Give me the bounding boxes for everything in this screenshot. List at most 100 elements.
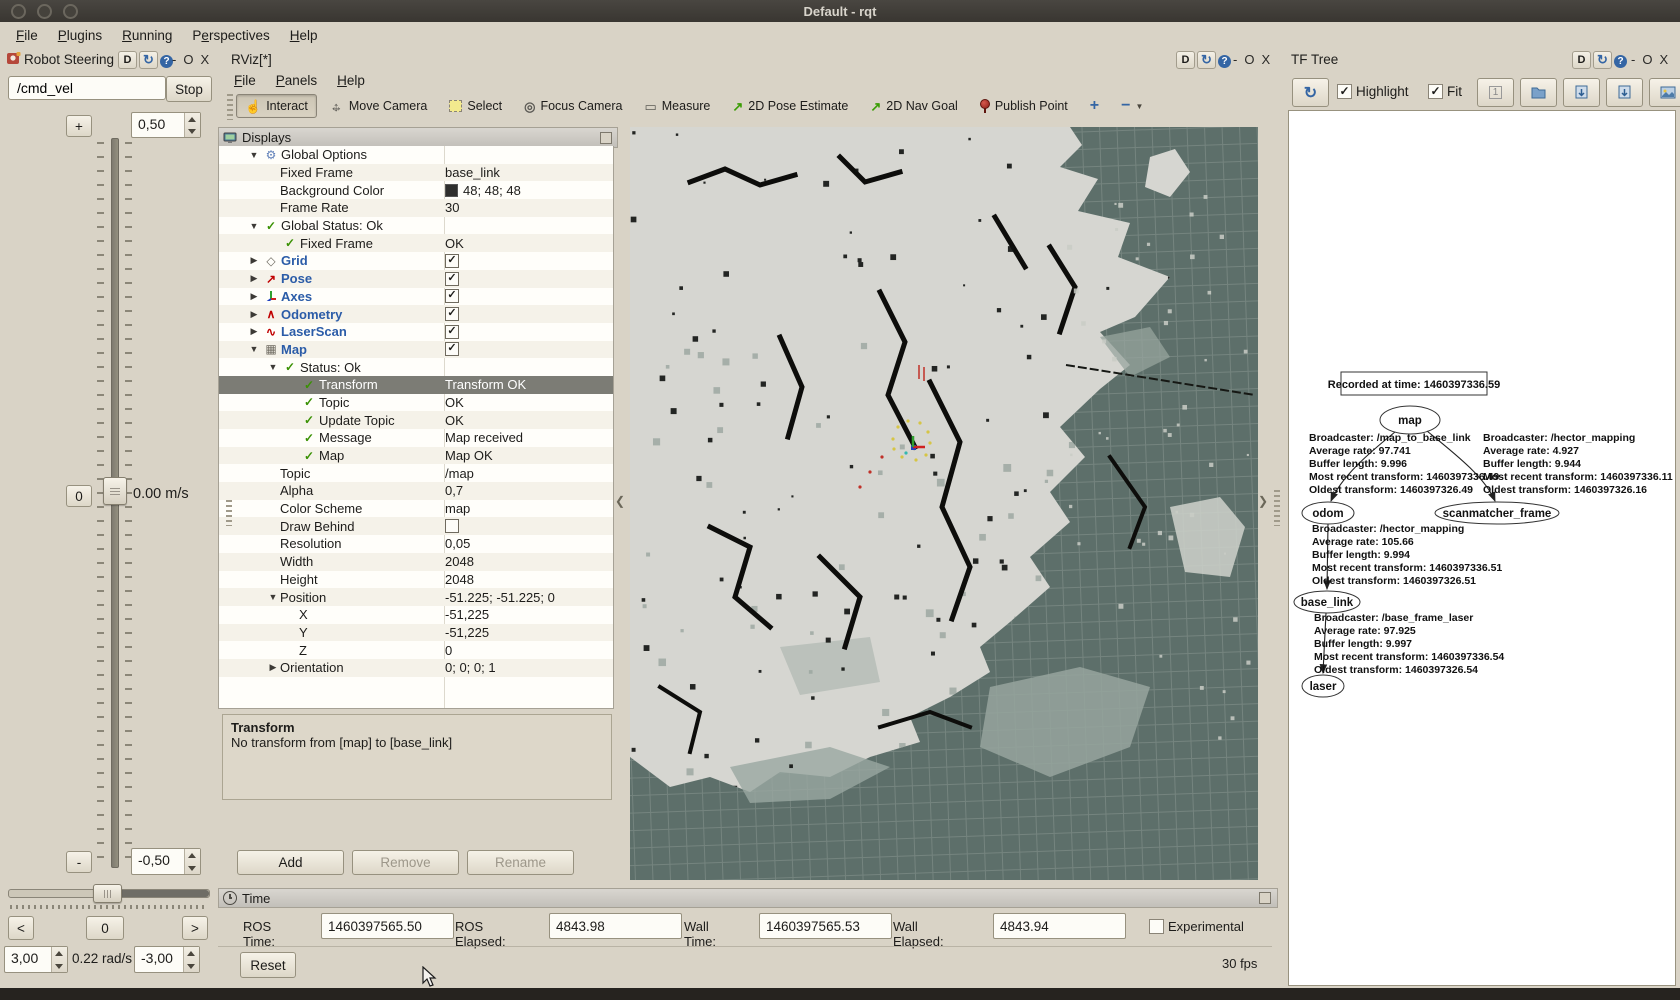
menu-item-file[interactable]: File bbox=[224, 70, 266, 91]
time-field-value[interactable]: 4843.94 bbox=[993, 913, 1126, 939]
maximize-button[interactable]: O bbox=[1642, 52, 1652, 67]
time-panel-header[interactable]: Time bbox=[218, 888, 1278, 908]
tf-splitter-handle[interactable] bbox=[1274, 490, 1280, 526]
minimize-button[interactable]: - bbox=[1233, 52, 1237, 67]
tree-row-fixed-frame[interactable]: ✓Fixed FrameOK bbox=[219, 234, 613, 252]
tool-nav-goal-button[interactable]: ↗2D Nav Goal bbox=[861, 94, 966, 118]
linear-minus-button[interactable]: - bbox=[66, 851, 92, 873]
tree-row-axes[interactable]: ▶Axes✓ bbox=[219, 288, 613, 306]
tree-row-fixed-frame[interactable]: Fixed Framebase_link bbox=[219, 164, 613, 182]
displays-panel-header[interactable]: Displays bbox=[218, 127, 618, 148]
tree-row-status-ok[interactable]: ▼✓Status: Ok bbox=[219, 358, 613, 376]
dock-d-button[interactable]: D bbox=[1176, 51, 1195, 69]
tree-row-color-scheme[interactable]: Color Schememap bbox=[219, 500, 613, 518]
menu-item-help[interactable]: Help bbox=[280, 25, 328, 46]
angular-left-button[interactable]: < bbox=[8, 916, 34, 940]
tree-row-topic[interactable]: ✓TopicOK bbox=[219, 394, 613, 412]
angular-max-spinbox[interactable]: 3,00 bbox=[4, 946, 68, 973]
tree-row-laserscan[interactable]: ▶∿LaserScan✓ bbox=[219, 323, 613, 341]
maximize-button[interactable]: O bbox=[183, 52, 193, 67]
close-button[interactable]: X bbox=[200, 52, 209, 67]
minimize-button[interactable]: - bbox=[172, 52, 176, 67]
panel-float-button[interactable] bbox=[1259, 892, 1271, 904]
menu-item-perspectives[interactable]: Perspectives bbox=[182, 25, 279, 46]
dock-d-button[interactable]: D bbox=[1572, 51, 1591, 69]
linear-slider-handle[interactable] bbox=[103, 477, 127, 505]
tree-row-map[interactable]: ▼▦Map✓ bbox=[219, 341, 613, 359]
tree-row-global-status-ok[interactable]: ▼✓Global Status: Ok bbox=[219, 217, 613, 235]
minimize-button[interactable]: - bbox=[1631, 52, 1635, 67]
tool-select-button[interactable]: Select bbox=[440, 94, 511, 118]
tree-row-pose[interactable]: ▶↗Pose✓ bbox=[219, 270, 613, 288]
tree-row-frame-rate[interactable]: Frame Rate30 bbox=[219, 199, 613, 217]
displays-splitter-handle[interactable] bbox=[226, 500, 232, 526]
tree-row-message[interactable]: ✓MessageMap received bbox=[219, 429, 613, 447]
tree-row-map[interactable]: ✓MapMap OK bbox=[219, 447, 613, 465]
menu-item-running[interactable]: Running bbox=[112, 25, 182, 46]
experimental-checkbox[interactable] bbox=[1149, 919, 1164, 934]
tool-pose-estimate-button[interactable]: ↗2D Pose Estimate bbox=[723, 94, 857, 118]
time-field-value[interactable]: 4843.98 bbox=[549, 913, 682, 939]
tree-row-orientation[interactable]: ▶Orientation0; 0; 0; 1 bbox=[219, 659, 613, 677]
tool-measure-button[interactable]: ▭Measure bbox=[635, 94, 719, 118]
save-image-button[interactable] bbox=[1649, 78, 1680, 107]
reload-icon[interactable]: ↻ bbox=[139, 51, 158, 69]
angular-min-spinbox[interactable]: -3,00 bbox=[134, 946, 200, 973]
tree-row-x[interactable]: X-51,225 bbox=[219, 606, 613, 624]
tree-row-topic[interactable]: Topic/map bbox=[219, 464, 613, 482]
tree-row-grid[interactable]: ▶◇Grid✓ bbox=[219, 252, 613, 270]
angular-slider-handle[interactable] bbox=[93, 884, 122, 903]
tool-minus-button[interactable]: −▼ bbox=[1112, 92, 1152, 120]
rviz-3d-view[interactable] bbox=[630, 127, 1258, 880]
tree-row-y[interactable]: Y-51,225 bbox=[219, 624, 613, 642]
panel-float-button[interactable] bbox=[600, 132, 612, 144]
tf-refresh-button[interactable]: ↻ bbox=[1292, 78, 1329, 107]
dock-d-button[interactable]: D bbox=[118, 51, 137, 69]
tree-row-update-topic[interactable]: ✓Update TopicOK bbox=[219, 411, 613, 429]
add-button[interactable]: Add bbox=[237, 850, 344, 875]
tree-row-alpha[interactable]: Alpha0,7 bbox=[219, 482, 613, 500]
reset-button[interactable]: Reset bbox=[240, 952, 296, 978]
tree-row-width[interactable]: Width2048 bbox=[219, 553, 613, 571]
tool-publish-point-button[interactable]: Publish Point bbox=[971, 94, 1077, 118]
tree-row-transform[interactable]: ✓TransformTransform OK bbox=[219, 376, 613, 394]
collapse-right-icon[interactable]: ❯ bbox=[1258, 494, 1268, 508]
angular-right-button[interactable]: > bbox=[182, 916, 208, 940]
remove-button[interactable]: Remove bbox=[352, 850, 459, 875]
linear-min-spinbox[interactable]: -0,50 bbox=[131, 848, 201, 875]
tree-row-draw-behind[interactable]: Draw Behind bbox=[219, 517, 613, 535]
stop-button[interactable]: Stop bbox=[166, 76, 212, 102]
angular-zero-button[interactable]: 0 bbox=[86, 916, 124, 940]
close-button[interactable]: X bbox=[1659, 52, 1668, 67]
collapse-left-icon[interactable]: ❮ bbox=[615, 494, 625, 508]
topic-input[interactable] bbox=[15, 79, 159, 97]
time-field-value[interactable]: 1460397565.50 bbox=[321, 913, 454, 939]
frame-number-button[interactable]: 1 bbox=[1477, 78, 1514, 107]
close-button[interactable]: X bbox=[1261, 52, 1270, 67]
tool-move-button[interactable]: Move Camera bbox=[321, 94, 437, 118]
reload-icon[interactable]: ↻ bbox=[1593, 51, 1612, 69]
rename-button[interactable]: Rename bbox=[467, 850, 574, 875]
linear-max-spinbox[interactable]: 0,50 bbox=[131, 112, 201, 138]
tf-tree-canvas[interactable]: Recorded at time: 1460397336.59mapodomsc… bbox=[1288, 110, 1676, 986]
tool-plus-button[interactable]: + bbox=[1081, 92, 1108, 120]
menu-item-plugins[interactable]: Plugins bbox=[48, 25, 112, 46]
fit-checkbox[interactable]: ✓ bbox=[1428, 84, 1443, 99]
highlight-checkbox[interactable]: ✓ bbox=[1337, 84, 1352, 99]
tool-focus-button[interactable]: ◎Focus Camera bbox=[515, 94, 631, 118]
open-button[interactable] bbox=[1520, 78, 1557, 107]
menu-item-panels[interactable]: Panels bbox=[266, 70, 327, 91]
tree-row-resolution[interactable]: Resolution0,05 bbox=[219, 535, 613, 553]
linear-plus-button[interactable]: + bbox=[66, 115, 92, 137]
tree-row-background-color[interactable]: Background Color48; 48; 48 bbox=[219, 181, 613, 199]
menu-item-file[interactable]: File bbox=[6, 25, 48, 46]
menu-item-help[interactable]: Help bbox=[327, 70, 375, 91]
tree-row-z[interactable]: Z0 bbox=[219, 641, 613, 659]
tree-row-height[interactable]: Height2048 bbox=[219, 571, 613, 589]
reload-icon[interactable]: ↻ bbox=[1197, 51, 1216, 69]
toolbar-drag-handle[interactable] bbox=[227, 94, 233, 120]
tree-row-global-options[interactable]: ▼⚙Global Options bbox=[219, 146, 613, 164]
linear-zero-button[interactable]: 0 bbox=[66, 485, 92, 507]
maximize-button[interactable]: O bbox=[1244, 52, 1254, 67]
tool-interact-button[interactable]: ☝Interact bbox=[236, 94, 317, 118]
